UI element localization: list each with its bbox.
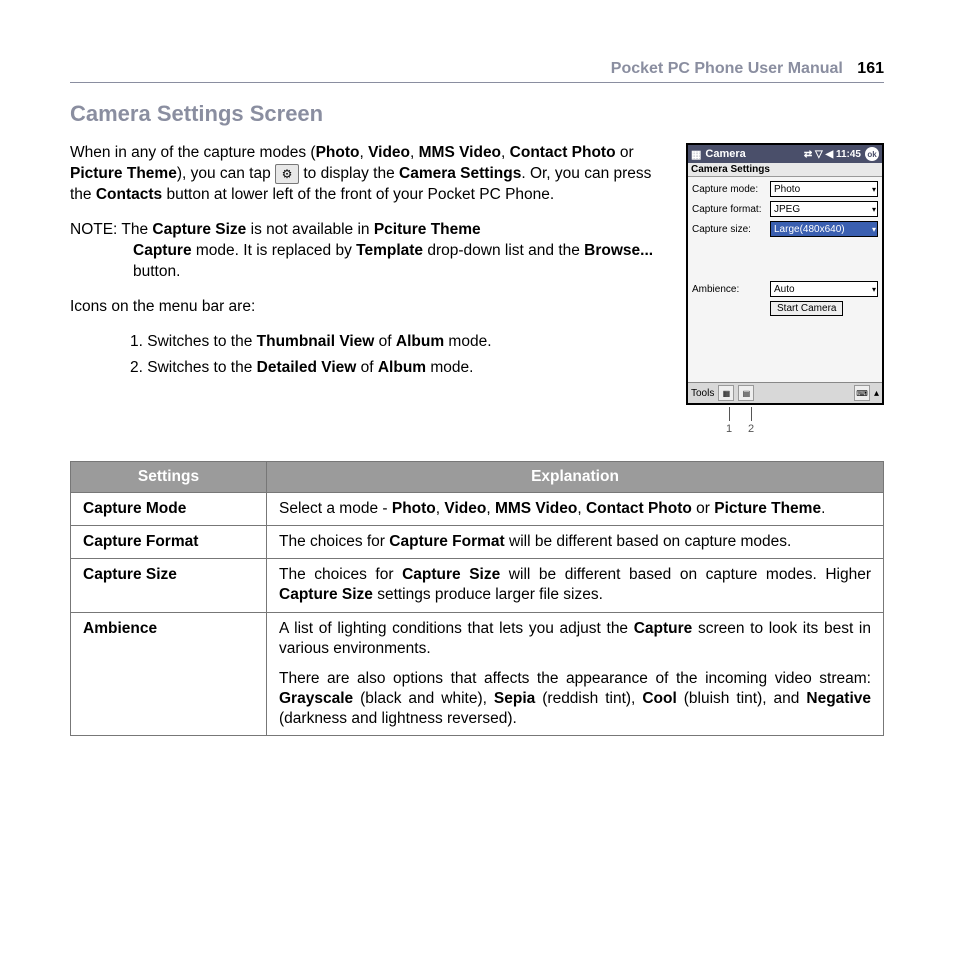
note-block: NOTE: The Capture Size is not available … — [70, 220, 666, 283]
keyboard-icon[interactable]: ⌨ — [854, 385, 870, 401]
detailed-view-icon[interactable]: ▤ — [738, 385, 754, 401]
capture-mode-dropdown[interactable]: Photo▾ — [770, 181, 878, 197]
chevron-down-icon: ▾ — [872, 225, 876, 234]
status-icons: ⇄ ▽ ◀ 11:45 — [804, 149, 861, 160]
thumbnail-view-icon[interactable]: ▦ — [718, 385, 734, 401]
toolbar-callouts: 1 2 — [724, 407, 884, 435]
page-header: Pocket PC Phone User Manual 161 — [70, 60, 884, 83]
callout-1: 1 — [724, 407, 734, 435]
icons-intro: Icons on the menu bar are: — [70, 297, 666, 318]
tools-menu[interactable]: Tools — [691, 388, 714, 399]
capture-format-dropdown[interactable]: JPEG▾ — [770, 201, 878, 217]
title-bar: ▦ Camera ⇄ ▽ ◀ 11:45 ok — [688, 145, 882, 163]
intro-paragraph: When in any of the capture modes (Photo,… — [70, 143, 666, 206]
app-title: Camera — [705, 148, 745, 160]
start-camera-button[interactable]: Start Camera — [770, 301, 843, 316]
ok-button[interactable]: ok — [865, 147, 879, 161]
settings-table: Settings Explanation Capture Mode Select… — [70, 461, 884, 736]
callout-2: 2 — [746, 407, 756, 435]
table-header-row: Settings Explanation — [71, 462, 884, 493]
row-ambience: Ambience — [71, 612, 267, 736]
section-title: Camera Settings Screen — [70, 101, 884, 127]
capture-size-label: Capture size: — [692, 224, 770, 235]
chevron-down-icon: ▾ — [872, 205, 876, 214]
page-number: 161 — [857, 60, 884, 77]
tools-bar: Tools ▦ ▤ ⌨ ▴ — [688, 382, 882, 403]
row-capture-format: Capture Format — [71, 526, 267, 559]
table-row: Capture Size The choices for Capture Siz… — [71, 559, 884, 612]
table-row: Ambience A list of lighting conditions t… — [71, 612, 884, 736]
start-icon: ▦ — [691, 148, 701, 161]
row-capture-size: Capture Size — [71, 559, 267, 612]
icon-list: 1. Switches to the Thumbnail View of Alb… — [130, 332, 666, 380]
capture-mode-label: Capture mode: — [692, 184, 770, 195]
capture-size-dropdown[interactable]: Large(480x640)▾ — [770, 221, 878, 237]
capture-format-label: Capture format: — [692, 204, 770, 215]
up-arrow-icon[interactable]: ▴ — [874, 388, 879, 399]
row-capture-mode: Capture Mode — [71, 493, 267, 526]
device-screenshot: ▦ Camera ⇄ ▽ ◀ 11:45 ok Camera Settings … — [686, 143, 884, 405]
manual-title: Pocket PC Phone User Manual — [611, 60, 843, 77]
col-explanation: Explanation — [267, 462, 884, 493]
settings-icon — [275, 164, 299, 184]
table-row: Capture Mode Select a mode - Photo, Vide… — [71, 493, 884, 526]
chevron-down-icon: ▾ — [872, 185, 876, 194]
table-row: Capture Format The choices for Capture F… — [71, 526, 884, 559]
chevron-down-icon: ▾ — [872, 285, 876, 294]
panel-subtitle: Camera Settings — [688, 163, 882, 177]
ambience-dropdown[interactable]: Auto▾ — [770, 281, 878, 297]
ambience-label: Ambience: — [692, 284, 770, 295]
col-settings: Settings — [71, 462, 267, 493]
